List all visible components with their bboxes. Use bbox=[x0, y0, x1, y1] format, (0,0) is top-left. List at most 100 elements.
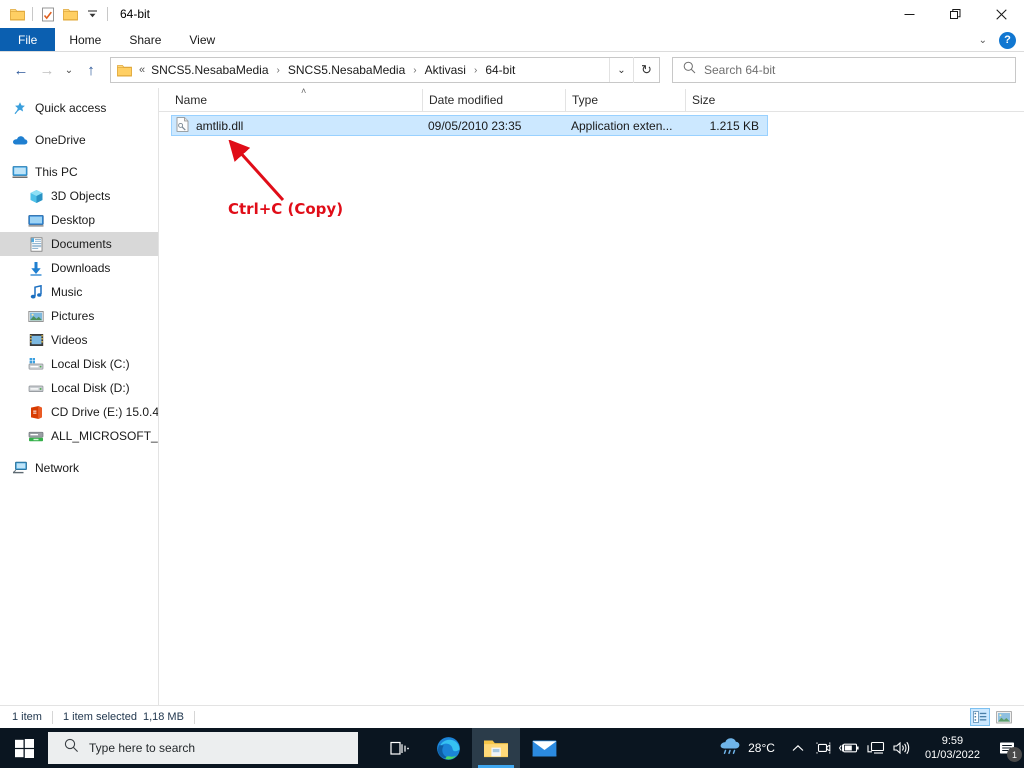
notification-badge: 1 bbox=[1007, 747, 1022, 762]
weather-widget[interactable]: 28°C bbox=[719, 738, 785, 758]
new-folder-icon[interactable] bbox=[59, 3, 81, 25]
taskbar-search-placeholder: Type here to search bbox=[89, 741, 196, 755]
battery-charging-icon[interactable] bbox=[837, 728, 863, 768]
sidebar-item-cd-drive-e[interactable]: CD Drive (E:) 15.0.45 bbox=[0, 400, 158, 424]
network-monitor-icon[interactable] bbox=[863, 728, 889, 768]
folder-icon[interactable] bbox=[6, 3, 28, 25]
sidebar-item-label: Videos bbox=[51, 333, 88, 347]
search-placeholder: Search 64-bit bbox=[704, 63, 776, 77]
file-list-pane[interactable]: ˄ Name Date modified Type Size amtlib.dl… bbox=[159, 86, 1024, 705]
tab-file[interactable]: File bbox=[0, 28, 56, 51]
sidebar-item-videos[interactable]: Videos bbox=[0, 328, 158, 352]
file-explorer-button[interactable] bbox=[472, 728, 520, 768]
volume-icon[interactable] bbox=[889, 728, 915, 768]
sidebar-item-label: OneDrive bbox=[35, 133, 86, 147]
notifications-button[interactable]: 1 bbox=[990, 728, 1024, 768]
sidebar-item-label: 3D Objects bbox=[51, 189, 111, 203]
sidebar-item-label: Desktop bbox=[51, 213, 96, 227]
tab-view[interactable]: View bbox=[175, 28, 229, 51]
selection-label: 1 item selected bbox=[62, 711, 137, 723]
network-drive-icon bbox=[28, 428, 44, 444]
help-button[interactable]: ? bbox=[999, 31, 1016, 49]
star-pin-icon bbox=[12, 100, 28, 116]
sidebar-item-label: ALL_MICROSOFT_O bbox=[51, 429, 158, 443]
sidebar-item-desktop[interactable]: Desktop bbox=[0, 208, 158, 232]
column-header-size[interactable]: Size bbox=[685, 89, 763, 111]
videos-icon bbox=[28, 332, 44, 348]
breadcrumb-item-2[interactable]: Aktivasi bbox=[423, 63, 468, 77]
breadcrumb-item-0[interactable]: SNCS5.NesabaMedia bbox=[149, 63, 270, 77]
sidebar-item-downloads[interactable]: Downloads bbox=[0, 256, 158, 280]
view-mode-buttons bbox=[970, 708, 1014, 726]
sidebar-item-local-disk-d[interactable]: Local Disk (D:) bbox=[0, 376, 158, 400]
sidebar-item-3d-objects[interactable]: 3D Objects bbox=[0, 184, 158, 208]
sidebar-item-this-pc[interactable]: This PC bbox=[0, 160, 158, 184]
tab-share[interactable]: Share bbox=[115, 28, 175, 51]
sidebar-item-label: CD Drive (E:) 15.0.45 bbox=[51, 405, 158, 419]
quick-access-toolbar bbox=[0, 3, 112, 25]
task-view-button[interactable] bbox=[376, 728, 424, 768]
ribbon-right-controls: ⌄ ? bbox=[975, 28, 1020, 52]
taskbar-search-box[interactable]: Type here to search bbox=[48, 732, 358, 764]
sidebar-item-label: Pictures bbox=[51, 309, 95, 323]
up-button[interactable]: ↑ bbox=[78, 57, 104, 83]
recent-locations-icon[interactable]: ⌄ bbox=[60, 57, 78, 83]
sidebar-item-pictures[interactable]: Pictures bbox=[0, 304, 158, 328]
details-view-button[interactable] bbox=[970, 708, 990, 726]
sidebar-item-network[interactable]: Network bbox=[0, 456, 158, 480]
sidebar-item-documents[interactable]: Documents bbox=[0, 232, 158, 256]
start-button[interactable] bbox=[0, 728, 48, 768]
breadcrumb-item-3[interactable]: 64-bit bbox=[483, 63, 517, 77]
status-divider-2 bbox=[193, 710, 195, 724]
mail-button[interactable] bbox=[520, 728, 568, 768]
system-tray: 28°C 9:59 01/03/2022 1 bbox=[719, 728, 1024, 768]
sidebar-item-quick-access[interactable]: Quick access bbox=[0, 96, 158, 120]
breadcrumb: « SNCS5.NesabaMedia › SNCS5.NesabaMedia … bbox=[137, 63, 609, 77]
sidebar-item-label: Network bbox=[35, 461, 80, 475]
taskbar-clock[interactable]: 9:59 01/03/2022 bbox=[915, 734, 990, 762]
breadcrumb-overflow-icon[interactable]: « bbox=[137, 64, 149, 76]
sidebar-item-music[interactable]: Music bbox=[0, 280, 158, 304]
item-count-label: 1 item bbox=[12, 711, 42, 723]
large-icons-view-button[interactable] bbox=[994, 708, 1014, 726]
weather-temperature: 28°C bbox=[748, 741, 775, 755]
close-button[interactable] bbox=[978, 0, 1024, 28]
chevron-down-icon[interactable]: ⌄ bbox=[975, 35, 991, 46]
address-dropdown-icon[interactable]: ⌄ bbox=[609, 58, 633, 82]
file-type-cell: Application exten... bbox=[571, 118, 673, 133]
qat-divider-2 bbox=[107, 7, 108, 21]
microsoft-edge-button[interactable] bbox=[424, 728, 472, 768]
properties-icon[interactable] bbox=[37, 3, 59, 25]
breadcrumb-item-1[interactable]: SNCS5.NesabaMedia bbox=[286, 63, 407, 77]
back-button[interactable]: ← bbox=[8, 57, 34, 83]
forward-button[interactable]: → bbox=[34, 57, 60, 83]
breadcrumb-separator-2[interactable]: › bbox=[468, 65, 483, 76]
minimize-button[interactable] bbox=[886, 0, 932, 28]
window-controls bbox=[886, 0, 1024, 28]
file-date-cell: 09/05/2010 23:35 bbox=[428, 118, 522, 133]
camera-icon[interactable] bbox=[811, 728, 837, 768]
breadcrumb-separator-0[interactable]: › bbox=[271, 65, 286, 76]
column-header-type[interactable]: Type bbox=[565, 89, 685, 111]
sidebar-item-onedrive[interactable]: OneDrive bbox=[0, 128, 158, 152]
address-bar[interactable]: « SNCS5.NesabaMedia › SNCS5.NesabaMedia … bbox=[110, 57, 660, 83]
refresh-button[interactable]: ↻ bbox=[633, 57, 659, 83]
customize-dropdown-icon[interactable] bbox=[81, 3, 103, 25]
table-row[interactable]: amtlib.dll 09/05/2010 23:35 Application … bbox=[171, 115, 768, 136]
navigation-pane[interactable]: Quick access OneDrive This PC 3D Objects bbox=[0, 88, 159, 705]
tray-expand-button[interactable] bbox=[785, 728, 811, 768]
sort-ascending-icon: ˄ bbox=[301, 86, 307, 96]
sidebar-item-local-disk-c[interactable]: Local Disk (C:) bbox=[0, 352, 158, 376]
music-note-icon bbox=[28, 284, 44, 300]
breadcrumb-separator-1[interactable]: › bbox=[407, 65, 422, 76]
sidebar-item-all-microsoft-o[interactable]: ALL_MICROSOFT_O bbox=[0, 424, 158, 448]
desktop-icon bbox=[28, 212, 44, 228]
column-header-date-modified[interactable]: Date modified bbox=[422, 89, 565, 111]
search-box[interactable]: Search 64-bit bbox=[672, 57, 1016, 83]
ribbon-tab-bar: File Home Share View ⌄ ? bbox=[0, 28, 1024, 52]
restore-button[interactable] bbox=[932, 0, 978, 28]
tab-home[interactable]: Home bbox=[55, 28, 115, 51]
column-header-name[interactable]: Name bbox=[159, 89, 422, 111]
